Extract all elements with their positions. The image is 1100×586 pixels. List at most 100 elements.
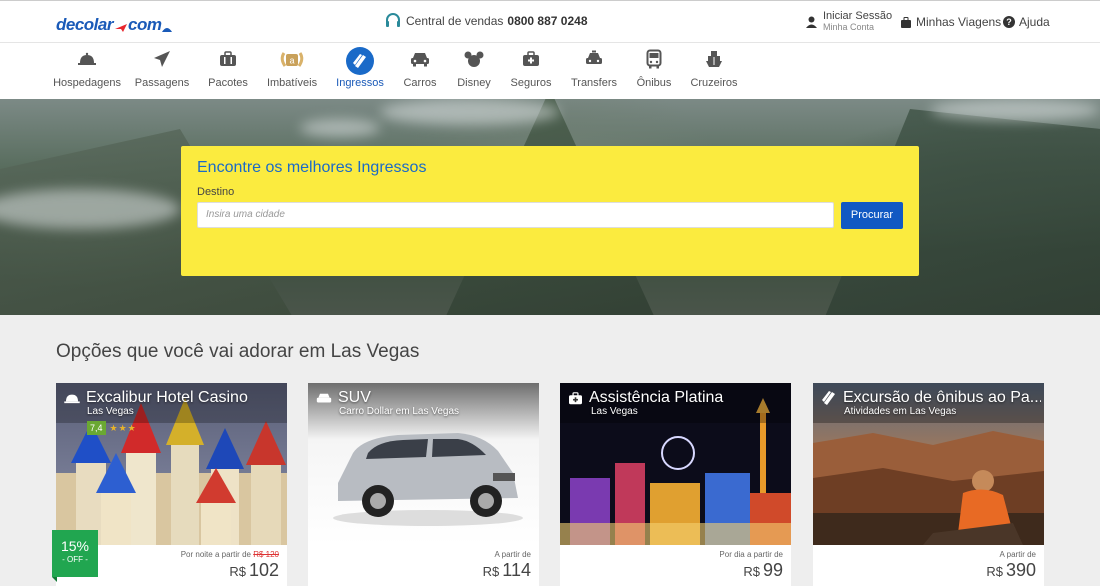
logo-com-text: com	[127, 15, 162, 34]
nav-item-transfers[interactable]: Transfers	[570, 43, 618, 99]
nav-item-seguros[interactable]: Seguros	[510, 43, 552, 99]
briefcase-icon	[901, 16, 911, 28]
nav-item-cruzeiros[interactable]: Cruzeiros	[690, 43, 738, 99]
svg-text:a: a	[289, 56, 294, 66]
card-title-text: Excursão de ônibus ao Pa...	[843, 389, 1041, 406]
login-sublabel: Minha Conta	[823, 22, 875, 32]
decolar-logo[interactable]: decolar com	[56, 11, 173, 35]
top-header: decolar com Central de vendas 0800 887 0…	[0, 0, 1100, 43]
discount-percent: 15%	[60, 538, 90, 554]
nav-label: Carros	[403, 77, 437, 89]
nav-item-hospedagens[interactable]: Hospedagens	[53, 43, 121, 99]
nav-label: Cruzeiros	[690, 77, 738, 89]
sales-phone[interactable]: Central de vendas 0800 887 0248	[384, 12, 588, 30]
section-title: Opções que você vai adorar em Las Vegas	[56, 341, 420, 362]
bell-icon	[78, 52, 96, 65]
search-title: Encontre os melhores Ingressos	[197, 159, 427, 176]
category-nav: Hospedagens Passagens Pacotes a Imbatíve…	[0, 43, 1100, 99]
card-title-text: SUV	[338, 389, 371, 406]
ship-icon	[706, 51, 722, 67]
star-rating: ★★★	[109, 422, 137, 433]
medical-kit-icon	[523, 51, 539, 66]
destination-label: Destino	[197, 186, 235, 198]
card-title-text: Assistência Platina	[589, 389, 724, 406]
my-trips-link[interactable]: Minhas Viagens	[901, 15, 1001, 29]
card-subtitle: Las Vegas	[591, 406, 638, 417]
price-label: A partir de	[494, 550, 531, 559]
nav-label: Passagens	[134, 77, 190, 89]
suitcase-icon	[220, 51, 236, 66]
offer-card-car[interactable]: SUV Carro Dollar em Las Vegas A partir d…	[308, 383, 539, 586]
search-box: Encontre os melhores Ingressos Destino I…	[181, 146, 919, 276]
ticket-icon	[822, 391, 835, 405]
user-icon	[806, 16, 817, 28]
old-price: R$ 120	[253, 550, 279, 559]
sales-number: 0800 887 0248	[507, 14, 588, 28]
question-icon: ?	[1003, 16, 1015, 28]
discount-badge: 15% - OFF -	[52, 530, 98, 577]
discount-badge-fold	[52, 577, 57, 582]
transfer-car-icon	[586, 50, 602, 64]
wreath-icon: a	[280, 52, 304, 67]
price-label: A partir de	[999, 550, 1036, 559]
card-title-text: Excalibur Hotel Casino	[86, 389, 248, 406]
logo-plane-icon	[114, 24, 127, 32]
nav-label: Imbatíveis	[266, 77, 318, 89]
help-label: Ajuda	[1019, 15, 1050, 29]
help-link[interactable]: ? Ajuda	[1003, 15, 1050, 29]
price-box: Por dia a partir de R$ 99	[560, 545, 791, 586]
nav-item-passagens[interactable]: Passagens	[134, 43, 190, 99]
bus-icon	[646, 49, 662, 69]
price: R$ 114	[482, 560, 531, 580]
hero-cloud	[930, 99, 1100, 121]
card-title: SUV	[316, 389, 536, 407]
mickey-icon	[464, 51, 484, 67]
search-button[interactable]: Procurar	[841, 202, 903, 229]
price: R$ 102	[229, 560, 279, 580]
card-title: Excalibur Hotel Casino	[64, 389, 284, 407]
logo-hat-icon	[162, 28, 173, 32]
price: R$ 99	[743, 560, 783, 580]
nav-label: Transfers	[570, 77, 618, 89]
card-title: Excursão de ônibus ao Pa...	[821, 389, 1041, 407]
nav-item-carros[interactable]: Carros	[402, 43, 438, 99]
plane-icon	[154, 51, 170, 67]
bell-icon	[64, 394, 80, 404]
ticket-icon	[353, 54, 366, 68]
car-icon	[316, 393, 332, 402]
price-box: A partir de R$ 114	[308, 545, 539, 586]
nav-label: Seguros	[510, 77, 552, 89]
hotel-rating: 7,4 ★★★	[87, 421, 137, 435]
rating-score: 7,4	[87, 421, 106, 435]
headset-icon	[386, 13, 400, 27]
nav-item-pacotes[interactable]: Pacotes	[208, 43, 248, 99]
hero-cloud	[380, 99, 560, 125]
card-subtitle: Las Vegas	[87, 406, 134, 417]
nav-label: Pacotes	[208, 77, 248, 89]
card-subtitle: Carro Dollar em Las Vegas	[339, 406, 460, 417]
card-title: Assistência Platina	[568, 389, 788, 407]
hero-cloud	[300, 119, 380, 137]
nav-item-disney[interactable]: Disney	[456, 43, 492, 99]
card-subtitle: Atividades em Las Vegas	[844, 406, 957, 417]
nav-label: Disney	[457, 77, 491, 89]
logo-text: decolar	[56, 15, 113, 34]
price-label: Por dia a partir de	[719, 550, 783, 559]
nav-item-onibus[interactable]: Ônibus	[636, 43, 672, 99]
my-trips-label: Minhas Viagens	[916, 15, 1002, 29]
nav-item-imbativeis[interactable]: a Imbatíveis	[266, 43, 318, 99]
offer-card-tour[interactable]: Excursão de ônibus ao Pa... Atividades e…	[813, 383, 1044, 586]
discount-label: - OFF -	[62, 555, 88, 564]
nav-label: Hospedagens	[53, 77, 121, 89]
price-box: A partir de R$ 390	[813, 545, 1044, 586]
medical-kit-icon	[569, 391, 582, 404]
car-icon	[411, 53, 429, 67]
nav-label: Ingressos	[336, 77, 384, 89]
offer-card-insurance[interactable]: Assistência Platina Las Vegas Por dia a …	[560, 383, 791, 586]
nav-item-ingressos[interactable]: Ingressos	[336, 43, 384, 99]
sales-label: Central de vendas	[406, 14, 504, 28]
price-label: Por noite a partir de R$ 120	[180, 550, 279, 559]
destination-input[interactable]: Insira uma cidade	[197, 202, 834, 228]
login-label: Iniciar Sessão	[823, 10, 893, 22]
login-button[interactable]: Iniciar Sessão Minha Conta	[806, 11, 892, 33]
